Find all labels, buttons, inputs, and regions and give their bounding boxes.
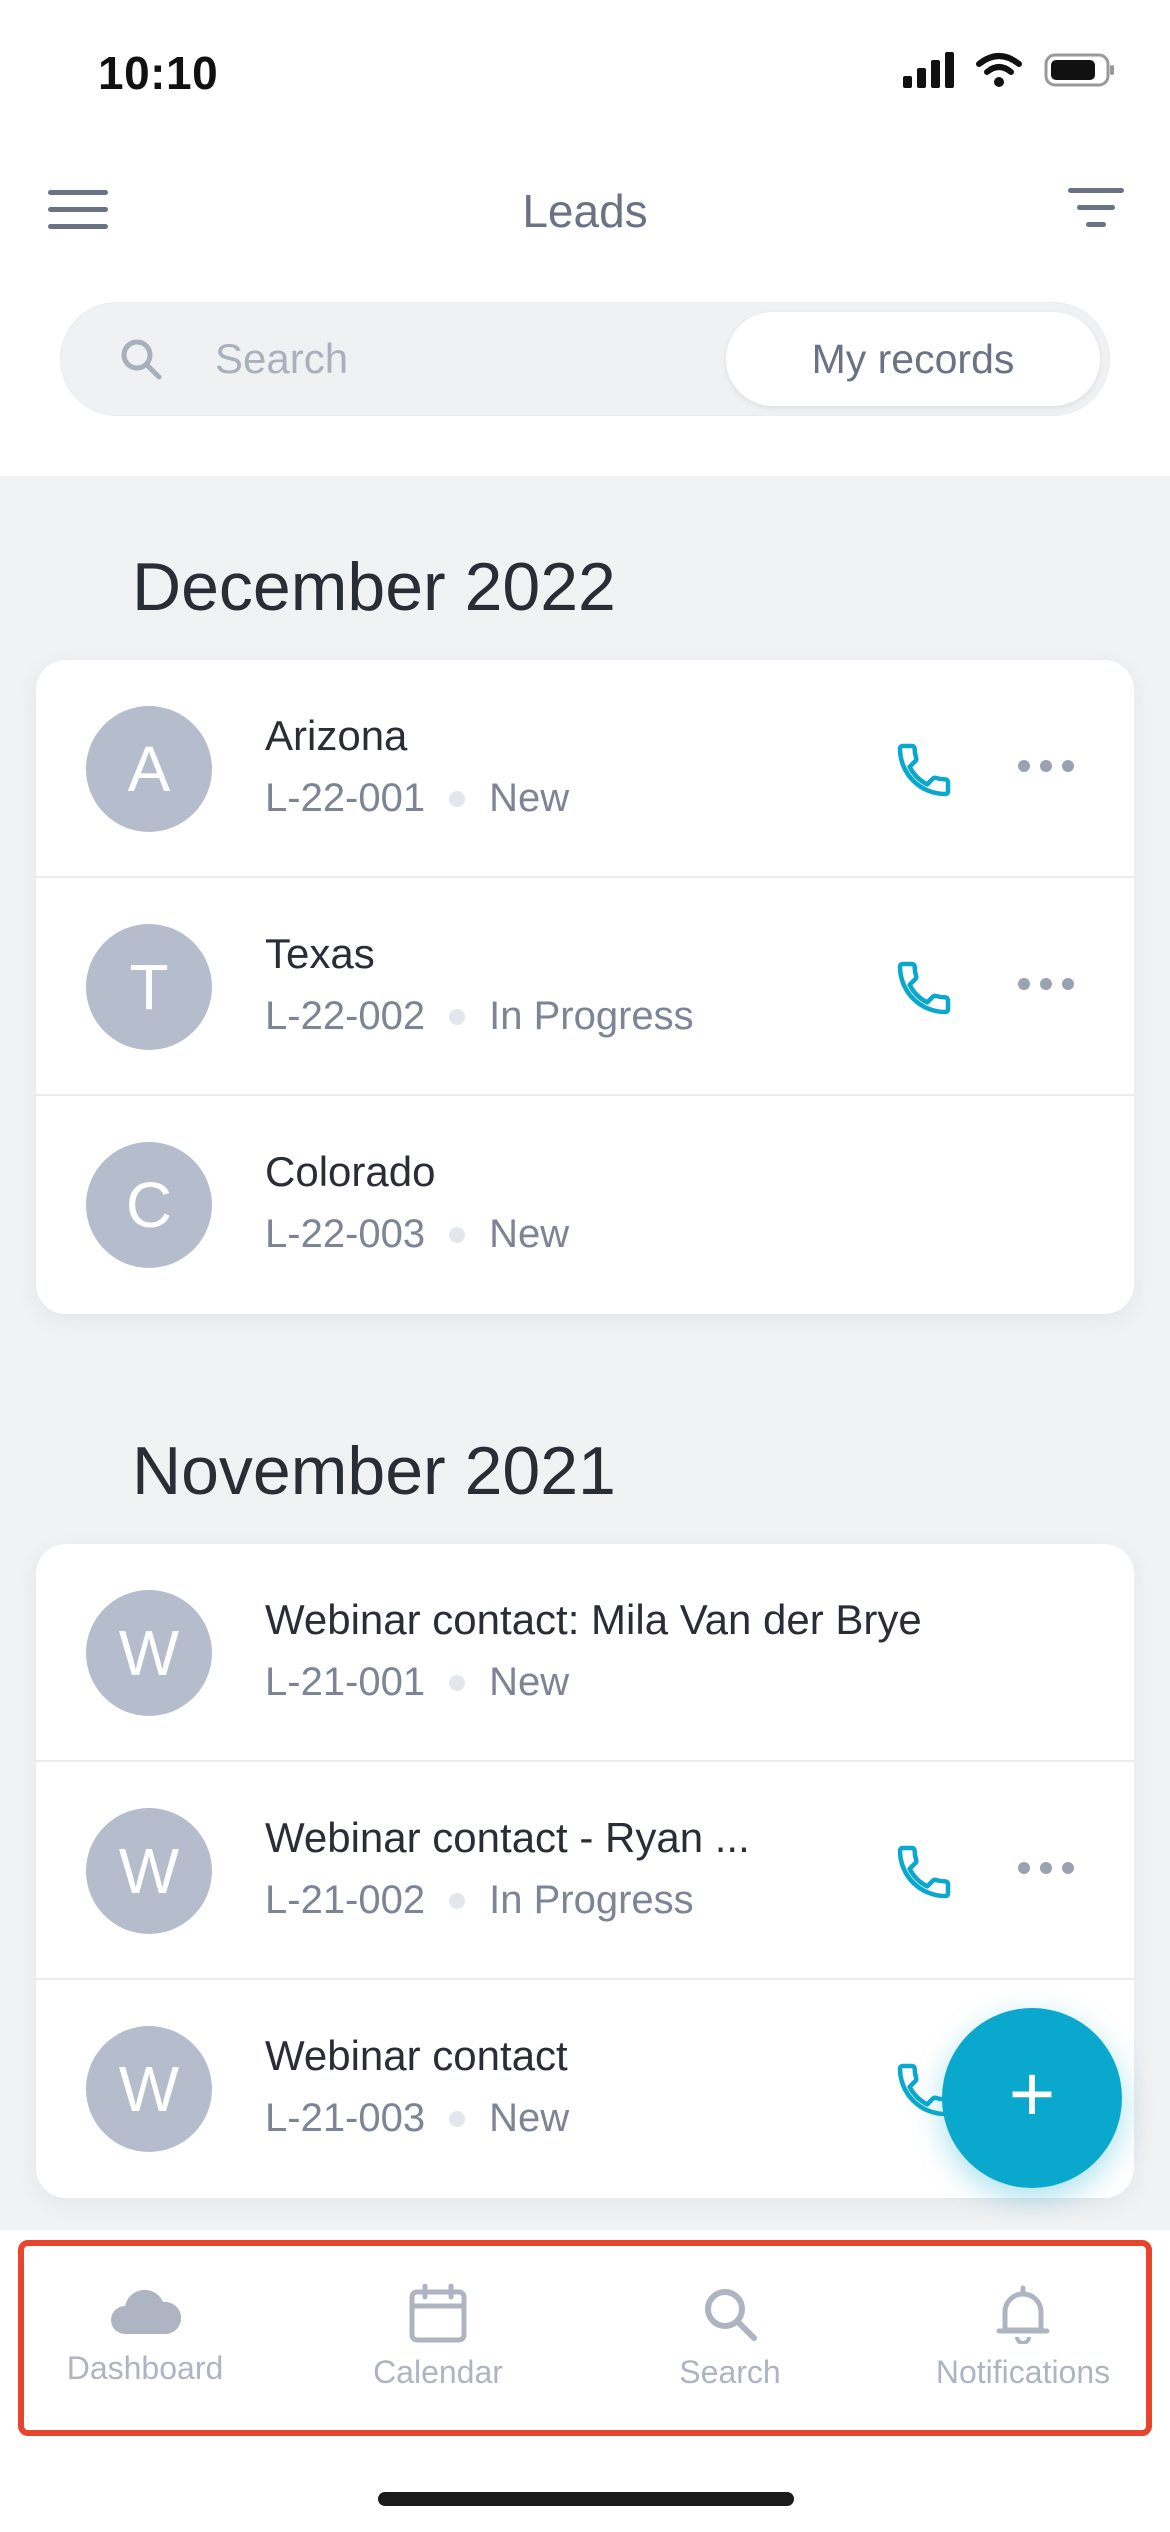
lead-name: Webinar contact	[265, 2032, 568, 2079]
separator-dot	[449, 1008, 466, 1025]
list-item[interactable]: C Colorado L-22-003 New	[36, 1096, 1134, 1314]
filter-icon[interactable]	[1066, 188, 1126, 236]
wifi-icon	[976, 52, 1022, 88]
list-item[interactable]: W Webinar contact - Ryan ... L-21-002 In…	[36, 1762, 1134, 1980]
lead-name: Colorado	[265, 1148, 436, 1195]
lead-code: L-22-002	[265, 994, 426, 1038]
lead-meta: L-22-003 New	[265, 1212, 569, 1257]
lead-meta: L-21-003 New	[265, 2096, 569, 2141]
avatar: A	[86, 706, 212, 832]
lead-code: L-22-001	[265, 776, 426, 820]
lead-code: L-21-003	[265, 2096, 426, 2140]
avatar: C	[86, 1142, 212, 1268]
list-item[interactable]: T Texas L-22-002 In Progress	[36, 878, 1134, 1096]
lead-meta: L-22-001 New	[265, 776, 569, 821]
more-icon[interactable]	[1018, 978, 1074, 994]
separator-dot	[449, 1892, 466, 1909]
status-bar: 10:10	[0, 0, 1170, 140]
home-indicator	[378, 2492, 794, 2506]
separator-dot	[449, 1226, 466, 1243]
search-input[interactable]	[215, 326, 735, 392]
lead-meta: L-21-001 New	[265, 1660, 569, 1705]
list-item[interactable]: W Webinar contact: Mila Van der Brye L-2…	[36, 1544, 1134, 1762]
bell-icon	[996, 2285, 1050, 2344]
lead-status: New	[489, 1212, 570, 1256]
lead-status: In Progress	[489, 994, 694, 1038]
lead-code: L-22-003	[265, 1212, 426, 1256]
search-bar: My records	[60, 302, 1110, 416]
battery-icon	[1044, 52, 1116, 88]
phone-icon[interactable]	[892, 738, 956, 802]
tab-label: Notifications	[935, 2354, 1111, 2390]
phone-icon[interactable]	[892, 956, 956, 1020]
avatar: W	[86, 2026, 212, 2152]
avatar: W	[86, 1808, 212, 1934]
status-icons	[903, 52, 1116, 88]
search-icon	[705, 2289, 757, 2341]
tab-bar: Dashboard Calendar Search Notifications	[0, 2230, 1170, 2532]
lead-status: New	[489, 776, 570, 820]
search-icon	[121, 339, 162, 380]
phone-icon[interactable]	[892, 1840, 956, 1904]
tab-dashboard[interactable]: Dashboard	[15, 2284, 275, 2387]
tab-calendar[interactable]: Calendar	[308, 2284, 568, 2391]
more-icon[interactable]	[1018, 760, 1074, 776]
separator-dot	[449, 790, 466, 807]
cloud-icon	[111, 2289, 182, 2334]
tab-label: Calendar	[373, 2354, 503, 2390]
lead-name: Webinar contact - Ryan ...	[265, 1814, 750, 1861]
tab-search[interactable]: Search	[600, 2284, 860, 2391]
avatar: W	[86, 1590, 212, 1716]
section-title: December 2022	[132, 549, 616, 625]
status-time: 10:10	[98, 47, 219, 99]
lead-name: Webinar contact: Mila Van der Brye	[265, 1596, 922, 1643]
tab-label: Dashboard	[66, 2350, 224, 2386]
lead-status: New	[489, 2096, 570, 2140]
tab-notifications[interactable]: Notifications	[893, 2284, 1153, 2391]
page-title: Leads	[522, 185, 648, 237]
more-icon[interactable]	[1018, 1862, 1074, 1878]
add-lead-button[interactable]: +	[942, 2008, 1122, 2188]
list-item[interactable]: A Arizona L-22-001 New	[36, 660, 1134, 878]
lead-status: In Progress	[489, 1878, 694, 1922]
leads-card: A Arizona L-22-001 New T Texas L-22-002 …	[36, 660, 1134, 1314]
separator-dot	[449, 1674, 466, 1691]
nav-bar: Leads	[0, 160, 1170, 260]
lead-code: L-21-001	[265, 1660, 426, 1704]
my-records-toggle[interactable]: My records	[726, 312, 1100, 406]
tab-label: Search	[679, 2354, 781, 2390]
calendar-icon	[409, 2284, 467, 2343]
separator-dot	[449, 2110, 466, 2127]
lead-name: Texas	[265, 930, 375, 977]
lead-meta: L-22-002 In Progress	[265, 994, 694, 1039]
section-title: November 2021	[132, 1433, 616, 1509]
signal-icon	[903, 52, 954, 88]
lead-name: Arizona	[265, 712, 408, 759]
lead-status: New	[489, 1660, 570, 1704]
avatar: T	[86, 924, 212, 1050]
lead-meta: L-21-002 In Progress	[265, 1878, 694, 1923]
lead-code: L-21-002	[265, 1878, 426, 1922]
